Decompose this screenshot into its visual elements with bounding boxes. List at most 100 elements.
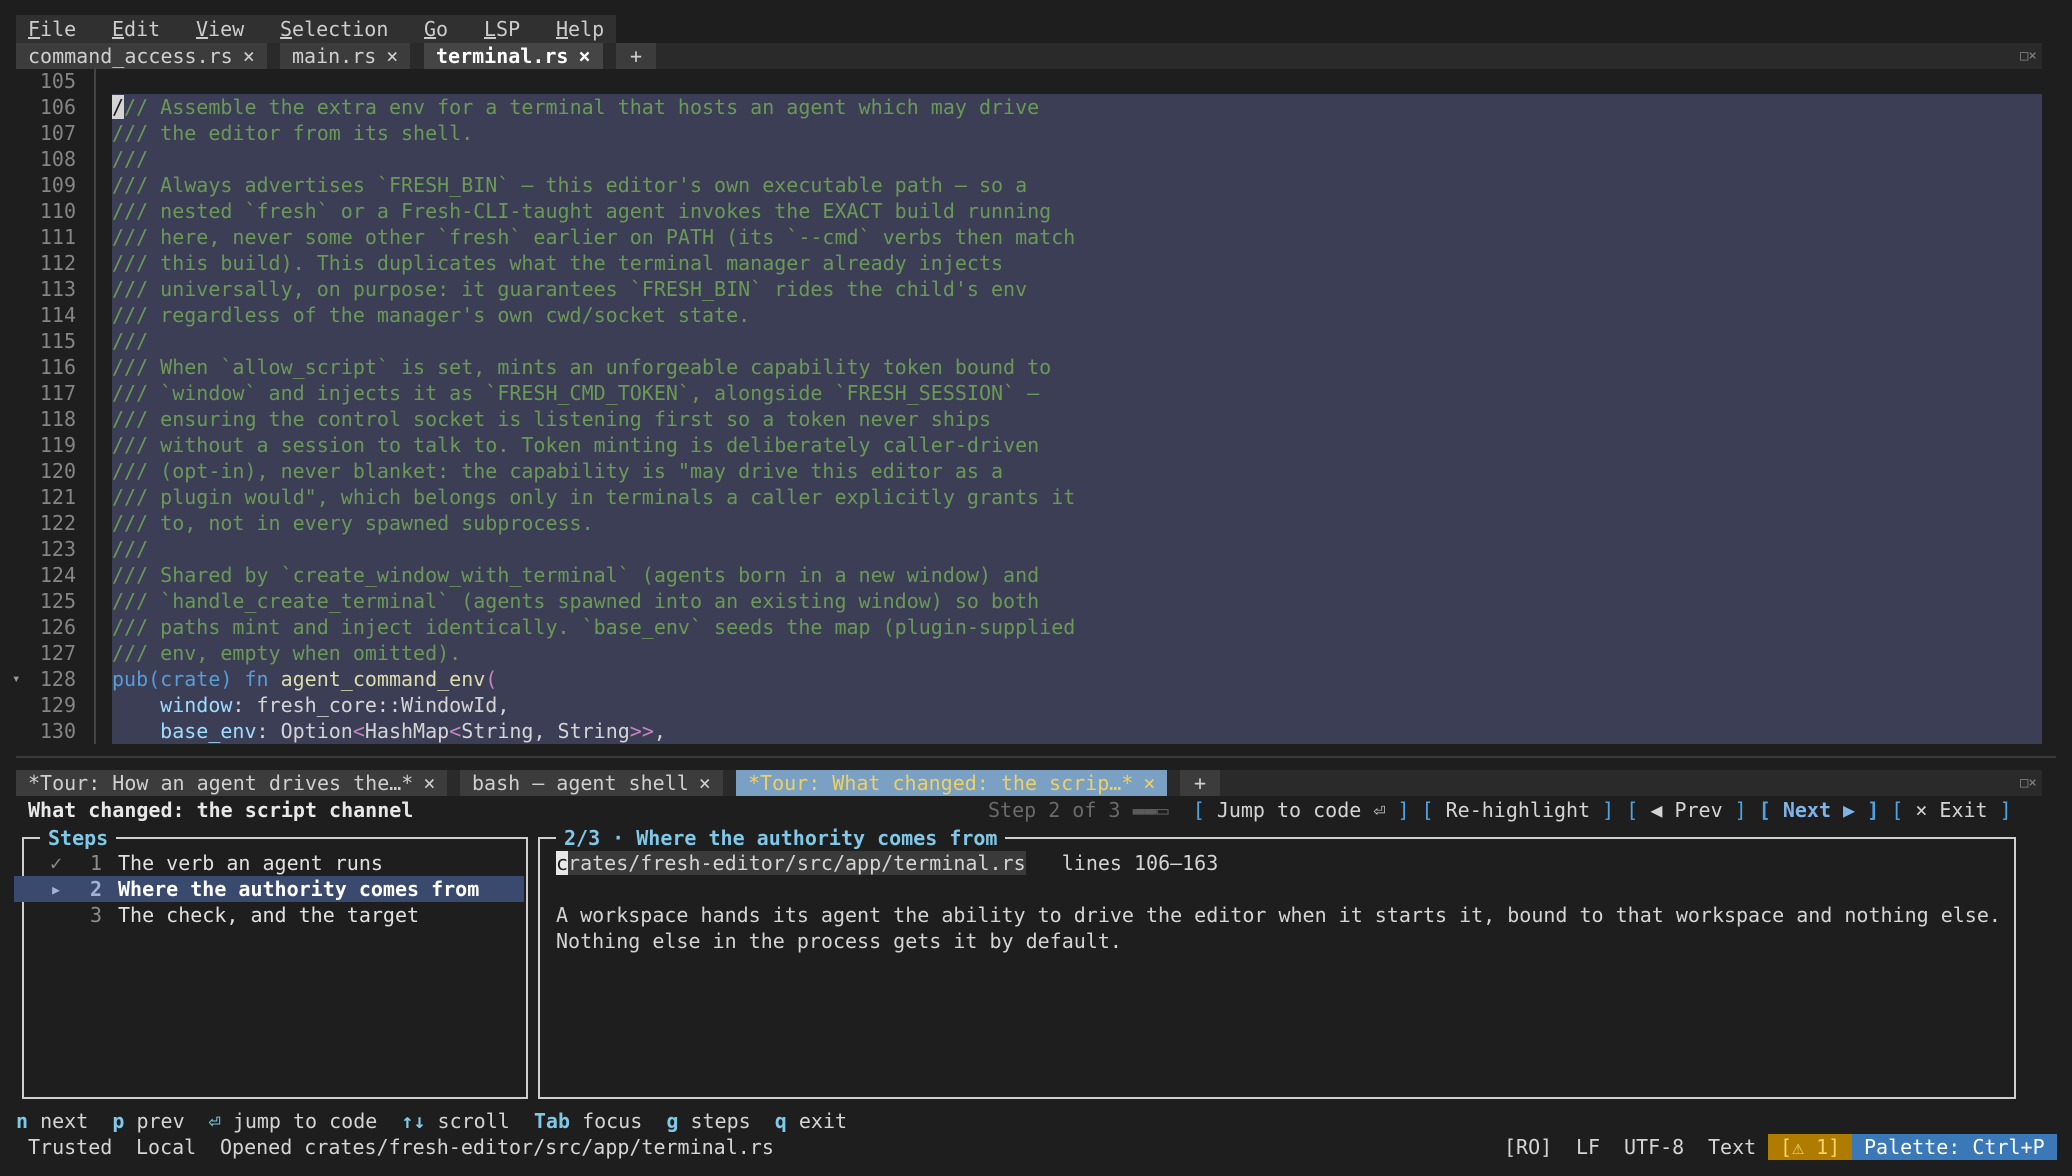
close-icon[interactable]: × bbox=[423, 771, 435, 795]
status-encoding[interactable]: UTF-8 bbox=[1624, 1134, 1684, 1160]
code-line: /// bbox=[112, 147, 149, 171]
close-icon[interactable]: × bbox=[699, 771, 711, 795]
hint-item: Tab focus bbox=[534, 1109, 642, 1133]
line-number: 115 bbox=[39, 329, 76, 353]
steps-panel[interactable]: Steps ✓ 1 The verb an agent runs ▸ 2 Where t… bbox=[14, 825, 528, 1099]
prev-button[interactable]: [ ◀ Prev ] bbox=[1626, 798, 1746, 822]
code-line: /// universally, on purpose: it guarante… bbox=[112, 277, 1028, 301]
split-controls-icon[interactable]: □× bbox=[2020, 48, 2037, 64]
detail-location: crates/fresh-editor/src/app/terminal.rs … bbox=[556, 850, 1218, 876]
hint-key: n bbox=[16, 1109, 29, 1133]
line-number: 119 bbox=[39, 433, 76, 457]
status-eol[interactable]: LF bbox=[1576, 1134, 1600, 1160]
hint-label: next bbox=[40, 1109, 89, 1133]
tour-toolbar: Step 2 of 3 ▬▬▭ [ Jump to code ⏎ ] [ Re-… bbox=[988, 797, 2012, 823]
hint-label: exit bbox=[798, 1109, 848, 1133]
code-line: /// Assemble the extra env for a termina… bbox=[112, 95, 1040, 119]
status-palette[interactable]: Palette: Ctrl+P bbox=[1852, 1134, 2057, 1160]
line-number: 128 bbox=[39, 667, 76, 691]
code-line: /// paths mint and inject identically. `… bbox=[112, 615, 1076, 639]
rehighlight-button[interactable]: [ Re-highlight ] bbox=[1422, 798, 1615, 822]
menu-view[interactable]: View bbox=[196, 15, 244, 43]
menu-help[interactable]: Help bbox=[556, 15, 604, 43]
detail-title: 2/3 · Where the authority comes from bbox=[556, 825, 1006, 851]
code-line: /// When `allow_script` is set, mints an… bbox=[112, 355, 1052, 379]
code-editor[interactable]: 105 106 /// Assemble the extra env for a t… bbox=[12, 68, 2042, 744]
status-language[interactable]: Text bbox=[1708, 1134, 1756, 1160]
step-item-2[interactable]: ▸ 2 Where the authority comes from bbox=[14, 876, 524, 902]
step-item-3[interactable]: 3 The check, and the target bbox=[14, 902, 524, 928]
status-local[interactable]: Local bbox=[136, 1134, 196, 1160]
step-detail-panel[interactable]: 2/3 · Where the authority comes from cra… bbox=[538, 825, 2016, 1099]
line-number: 109 bbox=[39, 173, 76, 197]
status-trusted[interactable]: Trusted bbox=[28, 1134, 112, 1160]
tab-command-access[interactable]: command_access.rs × bbox=[16, 43, 267, 69]
fold-toggle-icon[interactable]: ▾ bbox=[12, 666, 20, 692]
tab-main[interactable]: main.rs × bbox=[280, 43, 411, 69]
line-number: 122 bbox=[39, 511, 76, 535]
code-line: /// bbox=[112, 537, 149, 561]
line-number: 126 bbox=[39, 615, 76, 639]
hint-item: p prev bbox=[112, 1109, 184, 1133]
status-readonly[interactable]: [RO] bbox=[1504, 1134, 1552, 1160]
menu-go[interactable]: Go bbox=[424, 15, 448, 43]
hint-key: g bbox=[666, 1109, 679, 1133]
tab-bash-agent-shell[interactable]: bash — agent shell × bbox=[460, 770, 723, 796]
text-cursor: / bbox=[112, 95, 125, 119]
line-number: 108 bbox=[39, 147, 76, 171]
menu-file[interactable]: File bbox=[28, 15, 76, 43]
tour-title: What changed: the script channel bbox=[28, 798, 414, 822]
code-line: /// this build). This duplicates what th… bbox=[112, 251, 1004, 275]
line-number: 116 bbox=[39, 355, 76, 379]
code-line: /// `window` and injects it as `FRESH_CM… bbox=[112, 381, 1040, 405]
line-number: 124 bbox=[39, 563, 76, 587]
hint-key: Tab bbox=[533, 1109, 571, 1133]
line-number: 114 bbox=[39, 303, 76, 327]
menu-selection[interactable]: Selection bbox=[280, 15, 388, 43]
line-number: 111 bbox=[39, 225, 76, 249]
code-line: /// `handle_create_terminal` (agents spa… bbox=[112, 589, 1040, 613]
status-warnings[interactable]: [⚠ 1] bbox=[1768, 1134, 1853, 1160]
menu-lsp[interactable]: LSP bbox=[484, 15, 520, 43]
tab-terminal-rs[interactable]: terminal.rs × bbox=[424, 43, 603, 69]
close-icon[interactable]: × bbox=[1143, 771, 1155, 795]
code-line: pub(crate) fn agent_command_env( bbox=[112, 667, 498, 691]
close-icon[interactable]: × bbox=[243, 44, 255, 68]
tab-tour-what-changed[interactable]: *Tour: What changed: the scrip…* × bbox=[736, 770, 1168, 796]
code-line: /// ensuring the control socket is liste… bbox=[112, 407, 991, 431]
menu-bar: File Edit View Selection Go LSP Help bbox=[16, 15, 616, 43]
hint-label: steps bbox=[690, 1109, 751, 1133]
new-tab-button[interactable]: + bbox=[616, 43, 657, 69]
code-line: window: fresh_core::WindowId, bbox=[160, 693, 510, 717]
line-number: 120 bbox=[39, 459, 76, 483]
hint-key: ↑↓ bbox=[401, 1109, 426, 1133]
panel-divider[interactable] bbox=[16, 756, 2056, 758]
status-message: Opened crates/fresh-editor/src/app/termi… bbox=[220, 1135, 774, 1159]
check-icon: ✓ bbox=[49, 851, 62, 875]
code-line: /// bbox=[112, 329, 149, 353]
hint-label: scroll bbox=[437, 1109, 510, 1133]
hint-item: ↑↓ scroll bbox=[401, 1109, 509, 1133]
step-item-1[interactable]: ✓ 1 The verb an agent runs bbox=[14, 850, 524, 876]
hint-item: n next bbox=[16, 1109, 88, 1133]
exit-button[interactable]: [ × Exit ] bbox=[1891, 798, 2011, 822]
file-path-link[interactable]: crates/fresh-editor/src/app/terminal.rs bbox=[556, 851, 1026, 875]
new-panel-tab-button[interactable]: + bbox=[1180, 770, 1221, 796]
jump-to-code-button[interactable]: [ Jump to code ⏎ ] bbox=[1193, 798, 1410, 822]
menu-edit[interactable]: Edit bbox=[112, 15, 160, 43]
line-number: 121 bbox=[39, 485, 76, 509]
code-line: /// without a session to talk to. Token … bbox=[112, 433, 1040, 457]
line-number: 110 bbox=[39, 199, 76, 223]
tab-tour-agent-drives[interactable]: *Tour: How an agent drives the…* × bbox=[16, 770, 448, 796]
close-icon[interactable]: × bbox=[386, 44, 398, 68]
hint-key: q bbox=[774, 1109, 787, 1133]
hint-label: prev bbox=[136, 1109, 185, 1133]
line-number: 130 bbox=[39, 719, 76, 743]
next-button[interactable]: [ Next ▶ ] bbox=[1759, 798, 1879, 822]
code-line: /// regardless of the manager's own cwd/… bbox=[112, 303, 751, 327]
line-number: 125 bbox=[39, 589, 76, 613]
close-icon[interactable]: × bbox=[578, 44, 590, 68]
hint-key: ⏎ bbox=[208, 1109, 221, 1133]
panel-split-controls-icon[interactable]: □× bbox=[2020, 775, 2037, 791]
line-number: 113 bbox=[39, 277, 76, 301]
